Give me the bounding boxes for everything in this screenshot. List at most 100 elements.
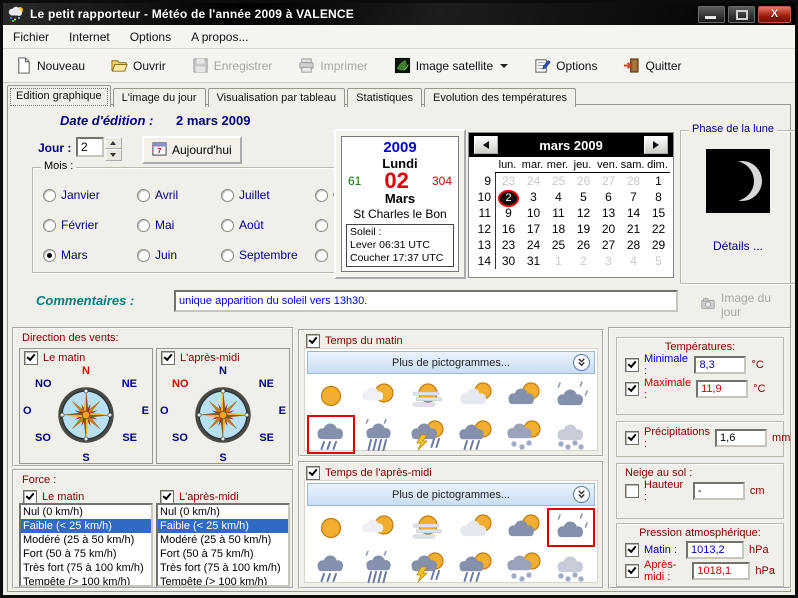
calendar-next-button[interactable] (644, 136, 668, 154)
day-spin-down-button[interactable] (105, 149, 122, 161)
checkbox-icon[interactable] (23, 490, 37, 504)
picto-cloud-sun-icon[interactable] (451, 508, 499, 547)
calendar-day-18[interactable]: 18 (546, 222, 571, 236)
max-temperature-input[interactable] (696, 380, 749, 398)
calendar-day-3[interactable]: 3 (596, 254, 621, 268)
compass-point-ne[interactable]: NE (122, 378, 137, 390)
month-radio-avril[interactable]: Avril (137, 188, 221, 202)
force-option-3[interactable]: Fort (50 à 75 km/h) (21, 547, 151, 561)
compass-point-se[interactable]: SE (259, 432, 274, 444)
menu-internet[interactable]: Internet (59, 27, 120, 47)
calendar-day-1[interactable]: 1 (646, 174, 671, 188)
calendar-day-5[interactable]: 5 (571, 190, 596, 204)
picto-sun-haze-icon[interactable] (403, 376, 451, 415)
month-radio-mars[interactable]: Mars (43, 248, 137, 262)
checkbox-icon[interactable] (24, 351, 38, 365)
compass-point-so[interactable]: SO (35, 432, 51, 444)
toolbar-nouveau-button[interactable]: Nouveau (11, 54, 89, 77)
min-temperature-checkbox[interactable] (625, 358, 639, 372)
maximize-button[interactable] (728, 6, 755, 23)
compass-point-s[interactable]: S (82, 452, 89, 464)
toolbar-ouvrir-button[interactable]: Ouvrir (107, 54, 170, 77)
calendar-day-20[interactable]: 20 (596, 222, 621, 236)
picto-cloud-heavy-rain-icon[interactable] (355, 547, 403, 586)
calendar-day-30[interactable]: 30 (496, 254, 521, 268)
snow-height-checkbox[interactable] (625, 484, 639, 498)
force-option-5[interactable]: Tempête (> 100 km/h) (158, 575, 288, 585)
more-pictograms-button[interactable]: Plus de pictogrammes... (307, 483, 595, 506)
picto-cloud-rain-icon[interactable] (307, 415, 355, 454)
month-radio-ao-t[interactable]: Août (221, 218, 315, 232)
calendar-day-15[interactable]: 15 (646, 206, 671, 220)
tab-l-image-du-jour[interactable]: L'image du jour (112, 88, 206, 107)
tab-visualisation-par-tableau[interactable]: Visualisation par tableau (207, 88, 346, 107)
month-radio-juin[interactable]: Juin (137, 248, 221, 262)
picto-cloud-heavy-rain-icon[interactable] (355, 415, 403, 454)
picto-dark-cloud-sun-icon[interactable] (499, 376, 547, 415)
compass-point-no[interactable]: NO (172, 378, 189, 390)
compass-point-o[interactable]: O (23, 405, 32, 417)
picto-cloud-rain-sun-icon[interactable] (451, 547, 499, 586)
calendar-prev-button[interactable] (474, 136, 498, 154)
calendar-day-19[interactable]: 19 (571, 222, 596, 236)
calendar-day-13[interactable]: 13 (596, 206, 621, 220)
calendar-day-7[interactable]: 7 (621, 190, 646, 204)
day-input[interactable] (76, 137, 104, 157)
picto-cloud-snow-icon[interactable] (547, 547, 595, 586)
checkbox-icon[interactable] (161, 351, 175, 365)
force-option-1[interactable]: Faible (< 25 km/h) (21, 519, 151, 533)
calendar-day-26[interactable]: 26 (571, 238, 596, 252)
compass-point-s[interactable]: S (219, 452, 226, 464)
calendar-day-24[interactable]: 24 (521, 174, 546, 188)
picto-dark-cloud-sun-icon[interactable] (499, 508, 547, 547)
picto-cloud-snow-sun-icon[interactable] (499, 547, 547, 586)
calendar-day-16[interactable]: 16 (496, 222, 521, 236)
calendar-day-9[interactable]: 9 (496, 206, 521, 220)
picto-cloud-storm-sun-icon[interactable] (403, 547, 451, 586)
day-spin-up-button[interactable] (105, 137, 122, 149)
pressure-afternoon-checkbox[interactable] (625, 563, 639, 578)
picto-cloud-storm-sun-icon[interactable] (403, 415, 451, 454)
picto-cloud-sun-icon[interactable] (451, 376, 499, 415)
force-option-1[interactable]: Faible (< 25 km/h) (158, 519, 288, 533)
compass-point-n[interactable]: N (219, 365, 227, 377)
month-radio-janvier[interactable]: Janvier (43, 188, 137, 202)
compass-point-so[interactable]: SO (172, 432, 188, 444)
pressure-morning-checkbox[interactable] (625, 542, 639, 557)
today-button[interactable]: 7 Aujourd'hui (142, 136, 242, 164)
calendar-day-31[interactable]: 31 (521, 254, 546, 268)
calendar-day-8[interactable]: 8 (646, 190, 671, 204)
pressure-afternoon-input[interactable] (692, 561, 751, 580)
toolbar-image-satellite-button[interactable]: Image satellite (390, 54, 512, 77)
close-button[interactable]: X (758, 6, 791, 23)
tab-edition-graphique[interactable]: Edition graphique (7, 85, 111, 107)
picto-cloud-drizzle-icon[interactable] (547, 508, 595, 547)
menu-options[interactable]: Options (120, 27, 181, 47)
force-option-0[interactable]: Nul (0 km/h) (21, 505, 151, 519)
precipitation-input[interactable] (715, 429, 768, 447)
snow-height-input[interactable] (692, 482, 745, 500)
tab-statistiques[interactable]: Statistiques (347, 88, 423, 107)
calendar-day-3[interactable]: 3 (521, 190, 546, 204)
calendar-day-4[interactable]: 4 (546, 190, 571, 204)
picto-sun-cloud-icon[interactable] (355, 508, 403, 547)
wind-force-listbox[interactable]: Nul (0 km/h) Faible (< 25 km/h) Modéré (25… (19, 503, 153, 587)
tab-evolution-des-temp-ratures[interactable]: Evolution des températures (424, 88, 576, 107)
calendar-day-4[interactable]: 4 (621, 254, 646, 268)
compass-point-ne[interactable]: NE (259, 378, 274, 390)
wind-force-listbox[interactable]: Nul (0 km/h) Faible (< 25 km/h) Modéré (25… (156, 503, 290, 587)
toolbar-quitter-button[interactable]: Quitter (619, 54, 685, 77)
picto-sun-icon[interactable] (307, 376, 355, 415)
calendar-day-11[interactable]: 11 (546, 206, 571, 220)
force-option-4[interactable]: Très fort (75 à 100 km/h) (158, 561, 288, 575)
force-option-0[interactable]: Nul (0 km/h) (158, 505, 288, 519)
calendar-day-10[interactable]: 10 (521, 206, 546, 220)
min-temperature-input[interactable] (694, 356, 747, 374)
menu-fichier[interactable]: Fichier (3, 27, 59, 47)
calendar-day-22[interactable]: 22 (646, 222, 671, 236)
picto-sun-cloud-icon[interactable] (355, 376, 403, 415)
force-option-3[interactable]: Fort (50 à 75 km/h) (158, 547, 288, 561)
calendar-day-14[interactable]: 14 (621, 206, 646, 220)
compass-point-e[interactable]: E (142, 405, 149, 417)
force-option-4[interactable]: Très fort (75 à 100 km/h) (21, 561, 151, 575)
